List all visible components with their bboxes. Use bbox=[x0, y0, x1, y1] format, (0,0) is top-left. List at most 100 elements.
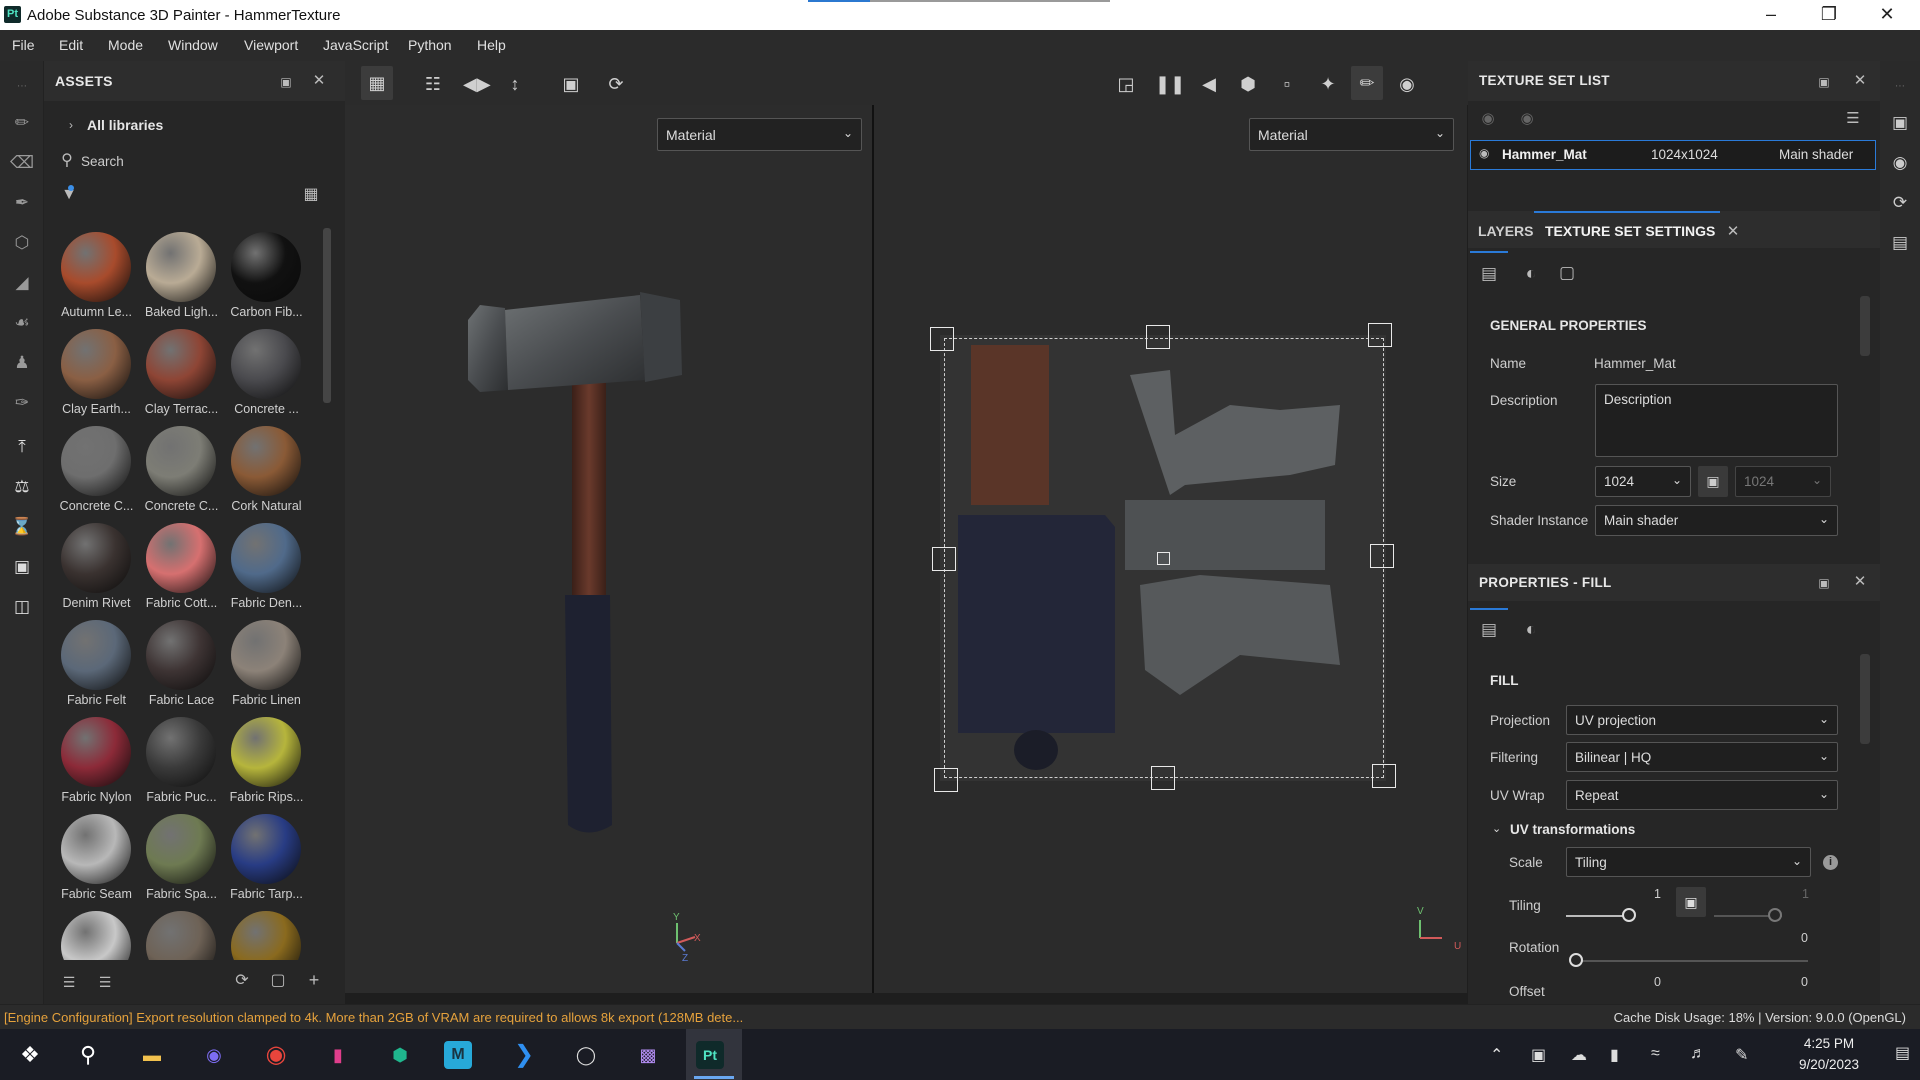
material-thumbnail[interactable]: Autumn Le... bbox=[54, 228, 139, 324]
material-thumbnail[interactable]: Fabric Cott... bbox=[139, 519, 224, 615]
app-icon[interactable]: ⬢ bbox=[382, 1037, 418, 1073]
menu-icon[interactable]: ☰ bbox=[1844, 110, 1862, 128]
info-icon[interactable]: i bbox=[1823, 855, 1838, 870]
folder-icon[interactable]: ▢ bbox=[269, 972, 287, 990]
app-icon[interactable]: ◉ bbox=[196, 1037, 232, 1073]
material-thumbnail[interactable]: Fabric Felt bbox=[54, 616, 139, 712]
material-thumbnail[interactable]: Fabric Den... bbox=[224, 519, 309, 615]
material-thumbnail[interactable]: Carbon Fib... bbox=[224, 228, 309, 324]
transform-handle-t[interactable] bbox=[1146, 325, 1170, 349]
search-icon[interactable]: ⚲ bbox=[70, 1037, 106, 1073]
material-thumbnail[interactable]: Fabric Puc... bbox=[139, 713, 224, 809]
material-thumbnail[interactable] bbox=[139, 907, 224, 960]
vscode-icon[interactable]: ❯ bbox=[506, 1037, 542, 1073]
wifi-icon[interactable]: ≈ bbox=[1651, 1045, 1660, 1063]
notification-icon[interactable]: ▤ bbox=[1895, 1043, 1910, 1063]
material-thumbnail[interactable]: Concrete C... bbox=[54, 422, 139, 518]
geometry-fill-icon[interactable]: ⬡ bbox=[10, 231, 34, 255]
clock-date[interactable]: 9/20/2023 bbox=[1784, 1057, 1874, 1072]
material-tab-icon[interactable]: ◐ bbox=[1522, 264, 1540, 282]
visibility-icon[interactable]: ◉ bbox=[1518, 110, 1536, 128]
sort-icon[interactable]: ☰ bbox=[60, 973, 78, 991]
file-explorer-icon[interactable]: ▬ bbox=[134, 1037, 170, 1073]
scale-dropdown[interactable]: Tiling ⌄ bbox=[1566, 847, 1811, 877]
menu-mode[interactable]: Mode bbox=[108, 37, 143, 53]
transform-handle-b[interactable] bbox=[1151, 766, 1175, 790]
settings-scrollbar[interactable] bbox=[1860, 296, 1870, 356]
material-thumbnail[interactable]: Cork Natural bbox=[224, 422, 309, 518]
float-panel-icon[interactable]: ▣ bbox=[277, 73, 295, 91]
tiling-slider-knob[interactable] bbox=[1622, 908, 1636, 922]
volume-icon[interactable]: ♬ bbox=[1690, 1045, 1706, 1063]
transform-handle-tl[interactable] bbox=[930, 327, 954, 351]
viewport-3d[interactable]: Material ⌄ Y X Z bbox=[345, 105, 872, 993]
environment-icon[interactable]: ◉ bbox=[1888, 151, 1912, 175]
size-dropdown[interactable]: 1024 ⌄ bbox=[1595, 466, 1691, 497]
history-icon[interactable]: ⟳ bbox=[1888, 191, 1912, 215]
clone-icon[interactable]: ♟ bbox=[10, 351, 34, 375]
fill-settings-icon[interactable]: ▤ bbox=[1480, 621, 1498, 639]
transform-handle-tr[interactable] bbox=[1368, 323, 1392, 347]
grid-view-icon[interactable]: ▦ bbox=[302, 186, 320, 204]
material-thumbnail[interactable] bbox=[54, 907, 139, 960]
material-thumbnail[interactable]: Fabric Nylon bbox=[54, 713, 139, 809]
grid-icon[interactable]: ☷ bbox=[420, 71, 446, 97]
name-value[interactable]: Hammer_Mat bbox=[1594, 356, 1676, 371]
close-panel-icon[interactable]: ✕ bbox=[310, 72, 328, 90]
fill-material-icon[interactable]: ◐ bbox=[1522, 620, 1540, 638]
transform-handle-bl[interactable] bbox=[934, 768, 958, 792]
material-thumbnail[interactable]: Fabric Spa... bbox=[139, 810, 224, 906]
paint-brush-icon[interactable]: ✏ bbox=[10, 111, 34, 135]
breadcrumb-all-libraries[interactable]: All libraries bbox=[87, 117, 163, 133]
tiling-lock-icon[interactable]: ▣ bbox=[1676, 887, 1706, 917]
display-settings-icon[interactable]: ⌛ bbox=[10, 515, 34, 539]
close-panel-icon[interactable]: ✕ bbox=[1851, 72, 1869, 90]
transform-handle-br[interactable] bbox=[1372, 764, 1396, 788]
material-thumbnail[interactable]: Denim Rivet bbox=[54, 519, 139, 615]
fill-scrollbar[interactable] bbox=[1860, 654, 1870, 744]
material-thumbnail[interactable]: Fabric Lace bbox=[139, 616, 224, 712]
shader-settings-icon[interactable]: ▣ bbox=[10, 555, 34, 579]
uv-tab-icon[interactable]: ▢ bbox=[1558, 264, 1576, 282]
chrome-icon[interactable]: ◉ bbox=[258, 1037, 294, 1073]
visibility-off-icon[interactable]: ◉ bbox=[1479, 110, 1497, 128]
add-icon[interactable]: + bbox=[305, 971, 323, 989]
blender-icon[interactable]: ◯ bbox=[568, 1037, 604, 1073]
viewport-2d-mode-dropdown[interactable]: Material ⌄ bbox=[1249, 118, 1454, 151]
material-thumbnail[interactable]: Concrete C... bbox=[139, 422, 224, 518]
rotation-slider-knob[interactable] bbox=[1569, 953, 1583, 967]
menu-file[interactable]: File bbox=[12, 37, 35, 53]
pause-icon[interactable]: ❚❚ bbox=[1155, 71, 1185, 97]
viewer-settings-icon[interactable]: ◫ bbox=[10, 595, 34, 619]
shader-instance-dropdown[interactable]: Main shader ⌄ bbox=[1595, 505, 1838, 536]
menu-edit[interactable]: Edit bbox=[59, 37, 83, 53]
rotation-slider-track[interactable] bbox=[1576, 960, 1808, 962]
polygon-fill-icon[interactable]: ◢ bbox=[10, 271, 34, 295]
material-thumbnail[interactable]: Fabric Rips... bbox=[224, 713, 309, 809]
color-picker-icon[interactable]: ✑ bbox=[10, 391, 34, 415]
render-icon[interactable]: ✦ bbox=[1315, 71, 1341, 97]
start-icon[interactable]: ❖ bbox=[12, 1037, 48, 1073]
camera-icon[interactable]: ▫ bbox=[1274, 71, 1300, 97]
list-view-icon[interactable]: ☰ bbox=[96, 973, 114, 991]
symmetry-icon[interactable]: ◀ bbox=[1196, 71, 1222, 97]
hide-icon[interactable]: ◲ bbox=[1113, 71, 1139, 97]
texture-set-row[interactable]: ◉ Hammer_Mat 1024x1024 Main shader bbox=[1470, 140, 1876, 170]
bake-icon[interactable]: ⚖ bbox=[10, 475, 34, 499]
status-message[interactable]: [Engine Configuration] Export resolution… bbox=[4, 1010, 743, 1025]
assets-search-input[interactable]: Search bbox=[81, 154, 124, 169]
transform-center[interactable] bbox=[1157, 552, 1170, 565]
eye-icon[interactable]: ◉ bbox=[1479, 146, 1489, 160]
close-panel-icon[interactable]: ✕ bbox=[1851, 573, 1869, 591]
menu-javascript[interactable]: JavaScript bbox=[323, 37, 388, 53]
material-thumbnail[interactable]: Baked Ligh... bbox=[139, 228, 224, 324]
material-thumbnail[interactable]: Clay Terrac... bbox=[139, 325, 224, 421]
fit-icon[interactable]: ▣ bbox=[558, 71, 584, 97]
tab-layers[interactable]: LAYERS bbox=[1478, 223, 1534, 239]
onedrive-icon[interactable]: ☁ bbox=[1571, 1045, 1587, 1065]
material-thumbnail[interactable]: Fabric Tarp... bbox=[224, 810, 309, 906]
chevron-up-icon[interactable]: ⌃ bbox=[1490, 1045, 1503, 1065]
maya-icon[interactable]: M bbox=[444, 1041, 472, 1069]
material-thumbnail[interactable]: Fabric Seam bbox=[54, 810, 139, 906]
material-thumbnail[interactable]: Concrete ... bbox=[224, 325, 309, 421]
